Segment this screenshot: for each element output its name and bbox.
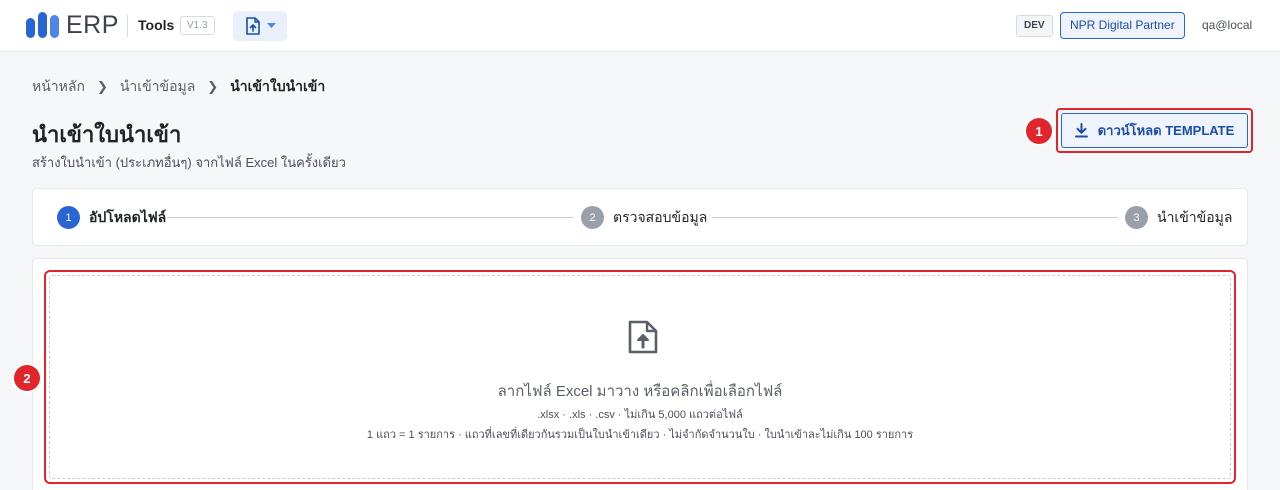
breadcrumb-home[interactable]: หน้าหลัก (32, 76, 85, 98)
step-label: ตรวจสอบข้อมูล (613, 208, 708, 225)
tools-menu-button[interactable] (233, 11, 287, 41)
header-divider (127, 15, 128, 37)
top-bar: ERP Tools V1.3 DEV NPR Digital Partner q… (0, 0, 1280, 52)
dropzone-highlight: ลากไฟล์ Excel มาวาง หรือคลิกเพื่อเลือกไฟ… (44, 270, 1236, 484)
download-icon (1074, 123, 1088, 138)
page-title: นำเข้าใบนำเข้า (32, 122, 182, 147)
annotation-marker-2: 2 (14, 365, 40, 391)
env-badge: DEV (1016, 15, 1053, 37)
app-name: Tools (138, 17, 175, 33)
erp-logo-icon (26, 12, 59, 38)
logo[interactable]: ERP (24, 12, 119, 38)
step-number: 1 (57, 206, 80, 229)
step-review: 2 ตรวจสอบข้อมูล (581, 206, 707, 229)
download-template-label: ดาวน์โหลด TEMPLATE (1097, 123, 1235, 138)
step-label: อัปโหลดไฟล์ (89, 208, 167, 225)
file-upload-icon (245, 17, 260, 35)
file-upload-icon (628, 320, 658, 354)
step-number: 2 (581, 206, 604, 229)
breadcrumb-import-data[interactable]: นำเข้าข้อมูล (120, 76, 195, 98)
user-account[interactable]: qa@local (1202, 18, 1252, 32)
step-number: 3 (1125, 206, 1148, 229)
logo-text: ERP (66, 11, 119, 39)
step-import: 3 นำเข้าข้อมูล (1125, 206, 1232, 229)
annotation-marker-1: 1 (1026, 118, 1052, 144)
chevron-down-icon (266, 23, 276, 28)
dropzone-rules: 1 แถว = 1 รายการ · แถวที่เลขที่เดียวกันร… (366, 429, 914, 441)
chevron-right-icon: ❯ (96, 79, 108, 94)
version-badge: V1.3 (180, 16, 215, 35)
breadcrumb: หน้าหลัก ❯ นำเข้าข้อมูล ❯ นำเข้าใบนำเข้า (32, 76, 325, 98)
page-subtitle: สร้างใบนำเข้า (ประเภทอื่นๆ) จากไฟล์ Exce… (32, 155, 346, 170)
partner-button[interactable]: NPR Digital Partner (1060, 12, 1185, 39)
download-template-button[interactable]: ดาวน์โหลด TEMPLATE (1061, 113, 1248, 148)
dropzone-title: ลากไฟล์ Excel มาวาง หรือคลิกเพื่อเลือกไฟ… (497, 383, 783, 400)
step-label: นำเข้าข้อมูล (1157, 208, 1233, 225)
step-upload: 1 อัปโหลดไฟล์ (57, 206, 166, 229)
file-dropzone[interactable]: ลากไฟล์ Excel มาวาง หรือคลิกเพื่อเลือกไฟ… (49, 275, 1231, 479)
dropzone-formats: .xlsx · .xls · .csv · ไม่เกิน 5,000 แถวต… (537, 409, 743, 421)
step-connector (167, 217, 573, 218)
breadcrumb-current: นำเข้าใบนำเข้า (230, 78, 326, 94)
step-connector (712, 217, 1118, 218)
download-highlight: ดาวน์โหลด TEMPLATE (1056, 108, 1253, 153)
import-stepper: 1 อัปโหลดไฟล์ 2 ตรวจสอบข้อมูล 3 นำเข้าข้… (32, 188, 1248, 246)
chevron-right-icon: ❯ (207, 79, 219, 94)
